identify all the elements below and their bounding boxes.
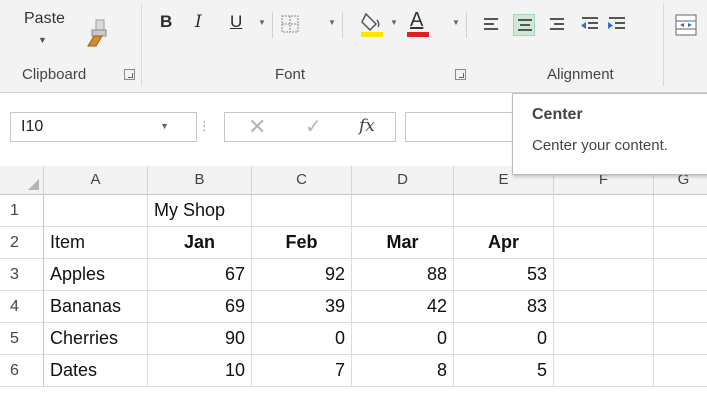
cell-f1[interactable] — [554, 195, 654, 227]
cell-a1[interactable] — [44, 195, 148, 227]
group-divider — [141, 4, 142, 86]
increase-indent-icon[interactable] — [605, 14, 627, 36]
toolbar-separator — [342, 12, 343, 38]
alignment-group-label: Alignment — [547, 66, 614, 83]
cell-a6[interactable]: Dates — [44, 355, 148, 387]
paste-dropdown-icon[interactable]: ▼ — [38, 35, 47, 45]
column-header-b[interactable]: B — [148, 166, 252, 195]
cell-g4[interactable] — [654, 291, 707, 323]
cell-e6[interactable]: 5 — [454, 355, 554, 387]
cell-c3[interactable]: 92 — [252, 259, 352, 291]
align-center-icon[interactable] — [513, 14, 535, 36]
cell-c2[interactable]: Feb — [252, 227, 352, 259]
enter-icon[interactable]: ✓ — [305, 114, 322, 139]
row-header-3[interactable]: 3 — [0, 259, 44, 291]
cell-b1[interactable]: My Shop — [148, 195, 252, 227]
cell-c5[interactable]: 0 — [252, 323, 352, 355]
underline-button[interactable]: U — [230, 12, 242, 32]
cell-f4[interactable] — [554, 291, 654, 323]
font-group-label: Font — [275, 66, 306, 83]
decrease-indent-icon[interactable] — [578, 14, 600, 36]
cell-c6[interactable]: 7 — [252, 355, 352, 387]
format-painter-icon[interactable] — [82, 18, 112, 48]
cell-d1[interactable] — [352, 195, 454, 227]
italic-button[interactable]: I — [195, 12, 202, 32]
row-header-5[interactable]: 5 — [0, 323, 44, 355]
cell-b3[interactable]: 67 — [148, 259, 252, 291]
group-divider — [663, 4, 664, 86]
cell-a3[interactable]: Apples — [44, 259, 148, 291]
cell-f3[interactable] — [554, 259, 654, 291]
cell-g3[interactable] — [654, 259, 707, 291]
cell-e5[interactable]: 0 — [454, 323, 554, 355]
cell-a2[interactable]: Item — [44, 227, 148, 259]
select-all-button[interactable] — [0, 166, 44, 195]
cell-d4[interactable]: 42 — [352, 291, 454, 323]
row-header-2[interactable]: 2 — [0, 227, 44, 259]
cell-e4[interactable]: 83 — [454, 291, 554, 323]
cancel-icon[interactable]: ✕ — [248, 114, 266, 140]
cell-b6[interactable]: 10 — [148, 355, 252, 387]
align-right-icon[interactable] — [546, 14, 568, 36]
toolbar-separator — [272, 12, 273, 38]
cell-c1[interactable] — [252, 195, 352, 227]
font-color-button[interactable]: A — [407, 8, 429, 38]
row-header-1[interactable]: 1 — [0, 195, 44, 227]
cell-c4[interactable]: 39 — [252, 291, 352, 323]
cell-e2[interactable]: Apr — [454, 227, 554, 259]
row-header-4[interactable]: 4 — [0, 291, 44, 323]
center-tooltip: Center Center your content. — [512, 93, 707, 175]
cell-f2[interactable] — [554, 227, 654, 259]
column-header-d[interactable]: D — [352, 166, 454, 195]
tooltip-title: Center — [532, 106, 583, 123]
cell-g2[interactable] — [654, 227, 707, 259]
cell-b4[interactable]: 69 — [148, 291, 252, 323]
font-color-swatch — [407, 32, 429, 37]
cell-g6[interactable] — [654, 355, 707, 387]
font-color-dropdown-icon[interactable]: ▼ — [452, 18, 460, 27]
paste-button[interactable]: Paste ▼ — [18, 4, 78, 54]
name-box-dropdown-icon[interactable]: ▼ — [160, 121, 169, 131]
formula-buttons: ✕ ✓ fx — [224, 112, 396, 142]
toolbar-separator — [466, 12, 467, 38]
formula-bar-grip-icon[interactable]: ⋮ — [198, 118, 211, 134]
cell-g1[interactable] — [654, 195, 707, 227]
paste-label: Paste — [24, 10, 65, 27]
fill-color-icon[interactable] — [360, 10, 384, 38]
cell-f6[interactable] — [554, 355, 654, 387]
font-launcher-icon[interactable] — [455, 69, 466, 80]
clipboard-launcher-icon[interactable] — [124, 69, 135, 80]
align-left-icon[interactable] — [480, 14, 502, 36]
font-color-letter: A — [410, 9, 424, 31]
tooltip-description: Center your content. — [532, 137, 668, 154]
cell-d6[interactable]: 8 — [352, 355, 454, 387]
borders-icon[interactable] — [280, 14, 300, 34]
cell-d3[interactable]: 88 — [352, 259, 454, 291]
clipboard-group-label: Clipboard — [22, 66, 87, 83]
cell-e3[interactable]: 53 — [454, 259, 554, 291]
column-header-a[interactable]: A — [44, 166, 148, 195]
name-box[interactable]: I10 ▼ — [10, 112, 197, 142]
cell-d2[interactable]: Mar — [352, 227, 454, 259]
merge-center-icon[interactable] — [674, 13, 698, 37]
ribbon: Paste ▼ Clipboard B I U ▼ ▼ ▼ A ▼ Font A… — [0, 0, 707, 93]
cell-d5[interactable]: 0 — [352, 323, 454, 355]
borders-dropdown-icon[interactable]: ▼ — [328, 18, 336, 27]
fill-color-dropdown-icon[interactable]: ▼ — [390, 18, 398, 27]
name-box-value: I10 — [21, 118, 44, 135]
bold-button[interactable]: B — [160, 12, 172, 32]
column-header-c[interactable]: C — [252, 166, 352, 195]
cell-a4[interactable]: Bananas — [44, 291, 148, 323]
cell-f5[interactable] — [554, 323, 654, 355]
row-header-6[interactable]: 6 — [0, 355, 44, 387]
underline-dropdown-icon[interactable]: ▼ — [258, 18, 266, 27]
cell-e1[interactable] — [454, 195, 554, 227]
cell-g5[interactable] — [654, 323, 707, 355]
cell-a5[interactable]: Cherries — [44, 323, 148, 355]
insert-function-button[interactable]: fx — [359, 116, 375, 136]
cell-b2[interactable]: Jan — [148, 227, 252, 259]
cell-b5[interactable]: 90 — [148, 323, 252, 355]
